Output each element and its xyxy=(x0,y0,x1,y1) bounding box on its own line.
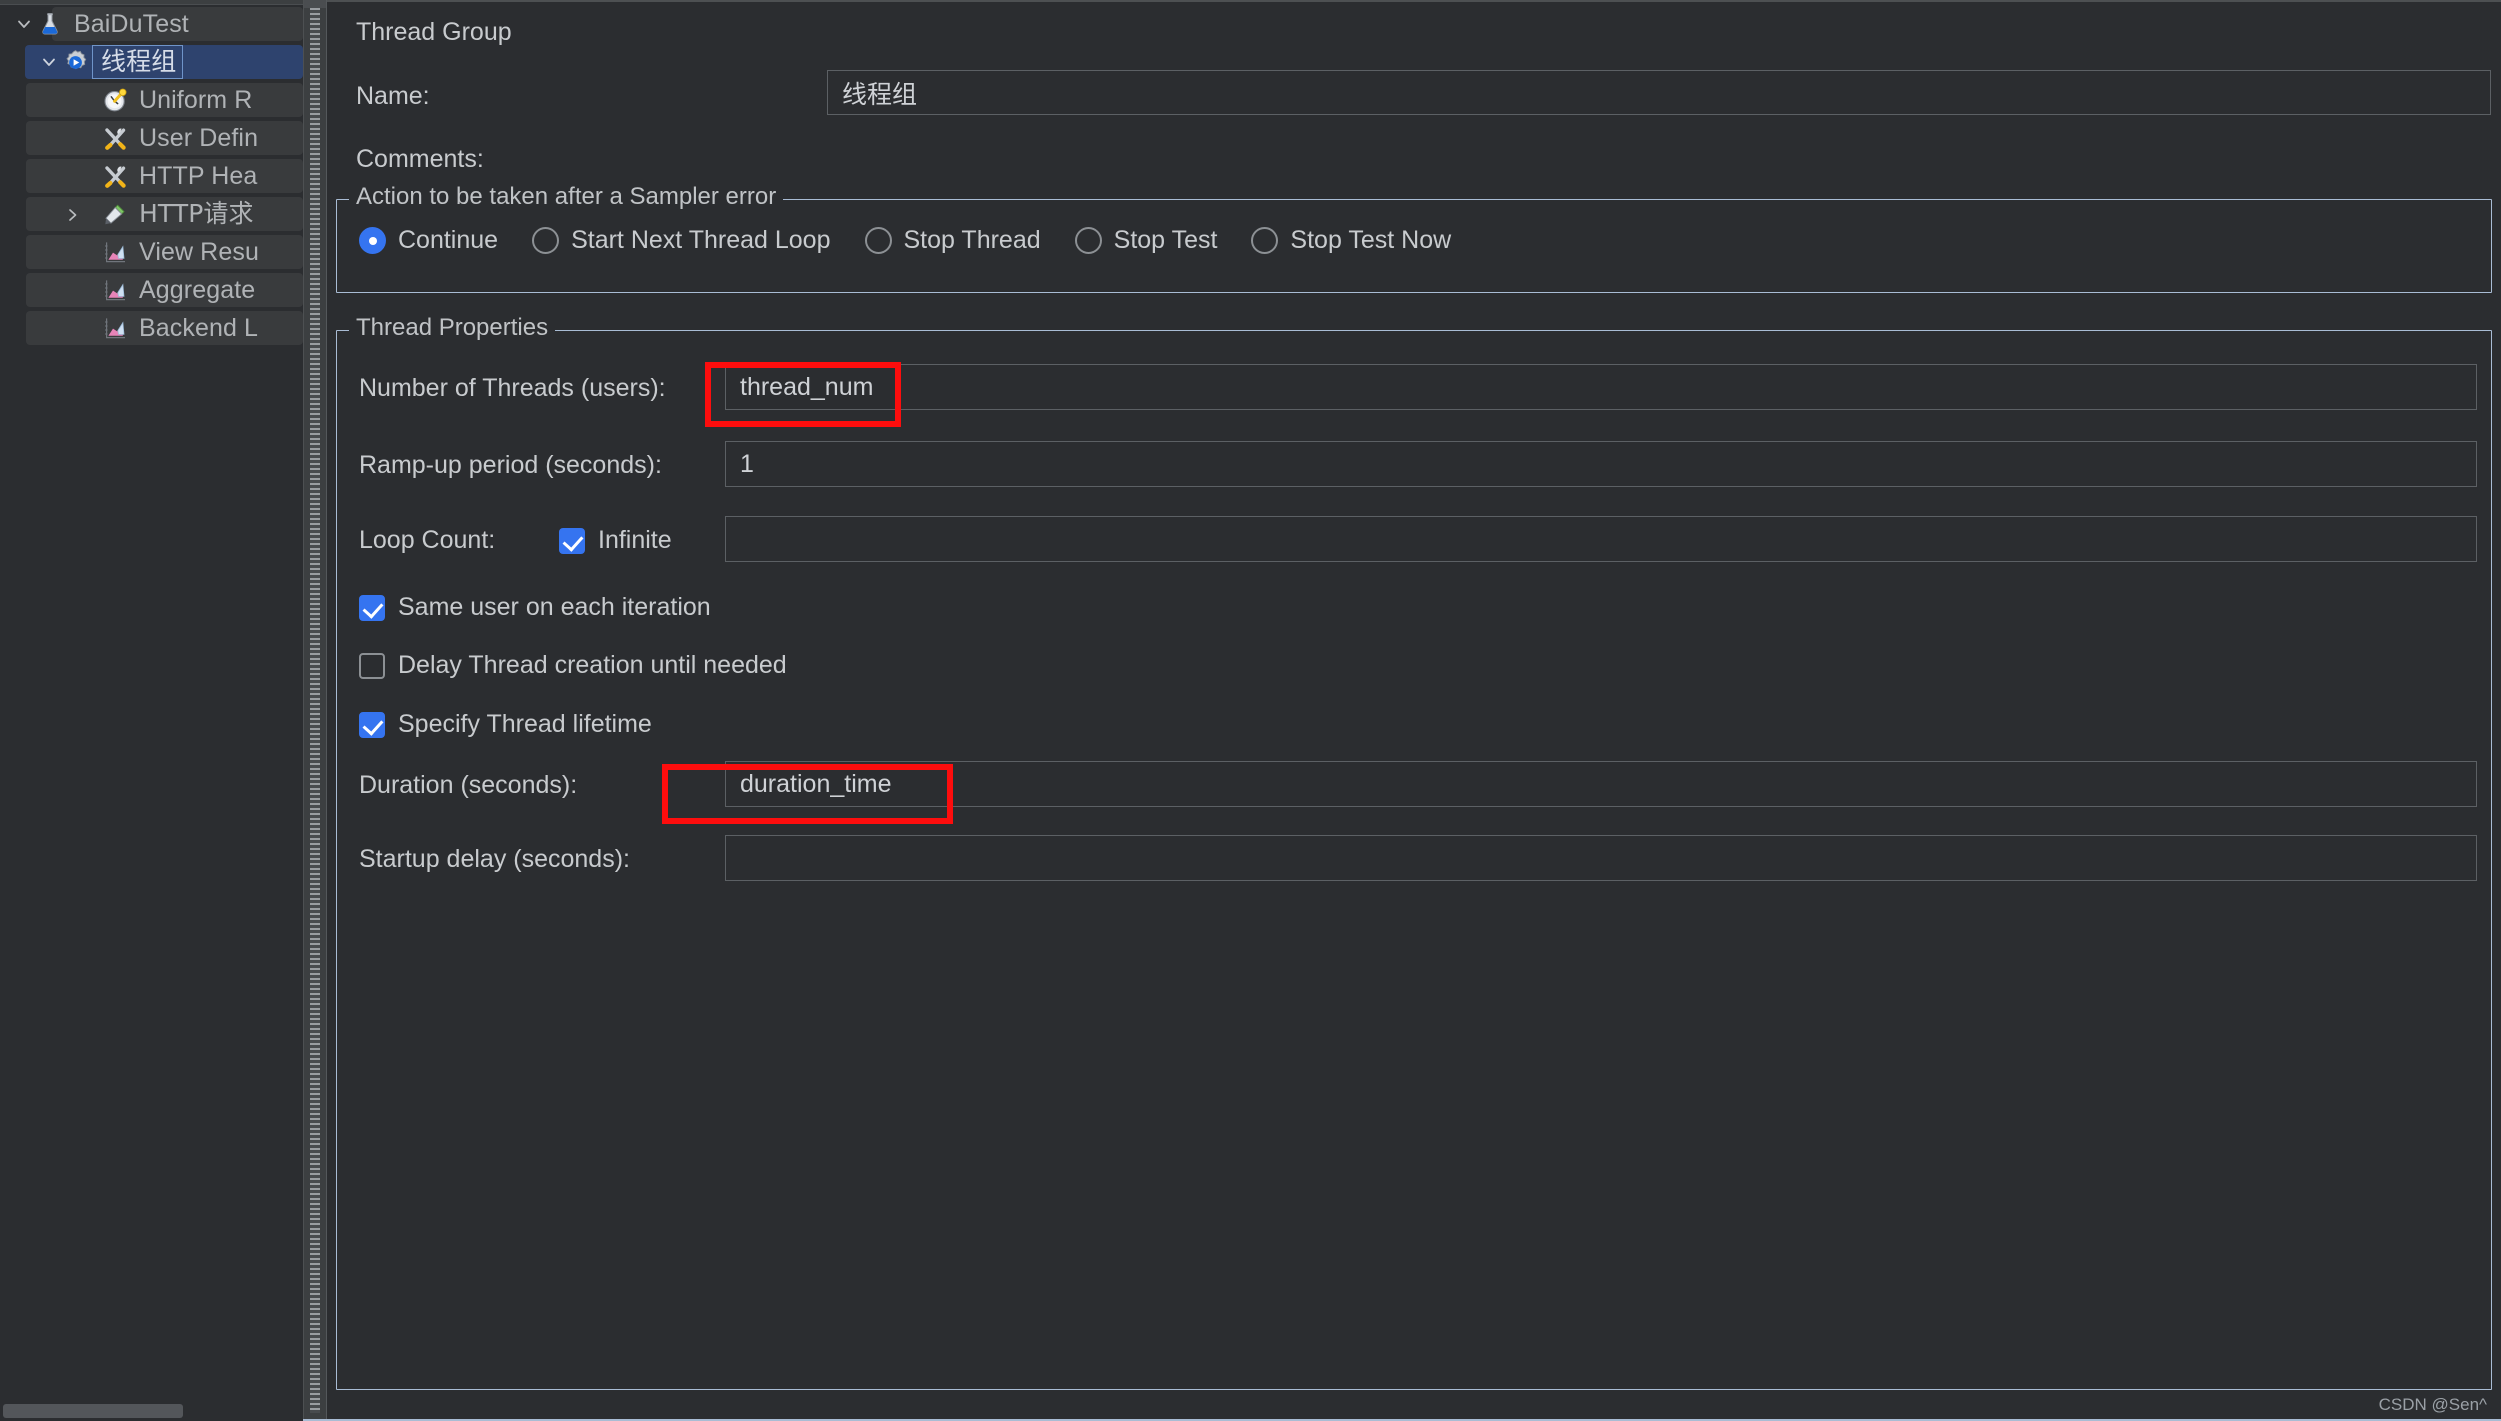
number-of-threads-row: Number of Threads (users): xyxy=(337,364,2491,412)
checkbox-infinite[interactable]: Infinite xyxy=(559,526,672,555)
tree-item-user-defined-variables[interactable]: User Defin xyxy=(0,119,303,157)
split-divider-handle[interactable] xyxy=(304,0,326,8)
page-title: Thread Group xyxy=(356,18,512,46)
tree-item-thread-group[interactable]: 线程组 xyxy=(0,43,303,81)
tree-item-label: User Defin xyxy=(139,124,259,152)
radio-label: Start Next Thread Loop xyxy=(571,226,831,254)
sampler-error-group-title: Action to be taken after a Sampler error xyxy=(349,183,784,211)
tree-item-label: View Resu xyxy=(139,238,259,266)
tree-item-http-request[interactable]: HTTP请求 xyxy=(0,195,303,233)
chevron-down-icon[interactable] xyxy=(38,53,60,71)
tools-icon xyxy=(100,161,130,191)
duration-label: Duration (seconds): xyxy=(359,771,578,799)
radio-start-next-thread-loop[interactable]: Start Next Thread Loop xyxy=(532,226,831,255)
checkbox-label: Delay Thread creation until needed xyxy=(398,651,787,679)
chevron-right-icon[interactable] xyxy=(62,207,84,223)
radio-indicator xyxy=(1074,227,1102,254)
tree-item-http-header-manager[interactable]: HTTP Hea xyxy=(0,157,303,195)
comments-input[interactable] xyxy=(827,133,2491,178)
startup-delay-row: Startup delay (seconds): xyxy=(337,835,2491,883)
comments-label: Comments: xyxy=(356,145,484,173)
checkbox-label: Same user on each iteration xyxy=(398,593,711,621)
radio-label: Stop Test xyxy=(1113,226,1218,254)
tree-item-label: Backend L xyxy=(139,314,259,342)
checkbox-same-user-each-iteration[interactable]: Same user on each iteration xyxy=(359,593,711,622)
chart-icon xyxy=(100,237,130,267)
checkbox-indicator xyxy=(359,594,385,621)
tree-item-label: Aggregate xyxy=(139,276,256,304)
gear-play-icon xyxy=(60,47,90,77)
panel-split-divider[interactable] xyxy=(303,0,327,1421)
tree-item-uniform-random-timer[interactable]: Uniform R xyxy=(0,81,303,119)
tree-item-backend-listener[interactable]: Backend L xyxy=(0,309,303,347)
thread-properties-group-title: Thread Properties xyxy=(349,314,556,342)
radio-indicator xyxy=(532,227,560,254)
name-label: Name: xyxy=(356,82,430,110)
tree-item-label: HTTP Hea xyxy=(139,162,258,190)
scrollbar-thumb[interactable] xyxy=(3,1404,183,1418)
tree-item-baidutest[interactable]: BaiDuTest xyxy=(0,5,303,43)
test-plan-tree-panel: BaiDuTest 线程组 Uniform R User Defin HTTP … xyxy=(0,0,303,1421)
name-input[interactable] xyxy=(827,70,2491,115)
duration-row: Duration (seconds): xyxy=(337,761,2491,809)
checkbox-label: Specify Thread lifetime xyxy=(398,710,652,738)
panel-top-border xyxy=(327,0,2501,2)
tree-item-label: Uniform R xyxy=(139,86,253,114)
chart-icon xyxy=(100,275,130,305)
split-divider-grip-dots xyxy=(310,8,320,1413)
ramp-up-period-label: Ramp-up period (seconds): xyxy=(359,451,662,479)
startup-delay-label: Startup delay (seconds): xyxy=(359,845,630,873)
loop-count-label: Loop Count: xyxy=(359,526,496,554)
checkbox-label: Infinite xyxy=(598,526,672,554)
sampler-error-group: Action to be taken after a Sampler error… xyxy=(336,183,2492,293)
radio-label: Continue xyxy=(398,226,499,254)
test-plan-tree[interactable]: BaiDuTest 线程组 Uniform R User Defin HTTP … xyxy=(0,5,303,347)
tools-icon xyxy=(100,123,130,153)
chevron-down-icon[interactable] xyxy=(13,15,35,33)
radio-stop-test-now[interactable]: Stop Test Now xyxy=(1251,226,1451,255)
tree-horizontal-scrollbar[interactable] xyxy=(0,1400,303,1421)
thread-properties-group: Thread Properties Number of Threads (use… xyxy=(336,314,2492,1390)
tree-item-view-results-tree[interactable]: View Resu xyxy=(0,233,303,271)
startup-delay-input[interactable] xyxy=(725,835,2477,881)
checkbox-indicator xyxy=(359,711,385,738)
flask-icon xyxy=(35,9,65,39)
tree-item-label: HTTP请求 xyxy=(139,199,254,228)
checkbox-delay-thread-creation[interactable]: Delay Thread creation until needed xyxy=(359,651,787,680)
radio-label: Stop Test Now xyxy=(1290,226,1452,254)
tree-item-label-editing[interactable]: 线程组 xyxy=(92,45,184,79)
radio-indicator xyxy=(359,227,386,254)
radio-stop-test[interactable]: Stop Test xyxy=(1074,226,1218,255)
ramp-up-period-input[interactable] xyxy=(725,441,2477,487)
tree-item-aggregate-report[interactable]: Aggregate xyxy=(0,271,303,309)
tree-item-label: BaiDuTest xyxy=(74,10,189,38)
checkbox-specify-thread-lifetime[interactable]: Specify Thread lifetime xyxy=(359,710,652,739)
radio-indicator xyxy=(1251,227,1279,254)
ramp-up-period-row: Ramp-up period (seconds): xyxy=(337,441,2491,489)
checkbox-indicator xyxy=(559,527,585,554)
jmeter-window: BaiDuTest 线程组 Uniform R User Defin HTTP … xyxy=(0,0,2501,1421)
thread-group-editor-panel: Thread Group Name: Comments: Action to b… xyxy=(327,0,2501,1421)
checkbox-indicator xyxy=(359,652,385,679)
loop-count-input[interactable] xyxy=(725,516,2477,562)
radio-indicator xyxy=(864,227,892,254)
timer-icon xyxy=(100,85,130,115)
watermark-text: CSDN @Sen^ xyxy=(2378,1395,2487,1414)
radio-stop-thread[interactable]: Stop Thread xyxy=(864,226,1041,255)
chart-icon xyxy=(100,313,130,343)
radio-label: Stop Thread xyxy=(903,226,1041,254)
sampler-error-radio-group[interactable]: Continue Start Next Thread Loop Stop Thr… xyxy=(359,226,1485,255)
number-of-threads-input[interactable] xyxy=(725,364,2477,410)
duration-input[interactable] xyxy=(725,761,2477,807)
number-of-threads-label: Number of Threads (users): xyxy=(359,374,666,402)
pipette-icon xyxy=(100,199,130,229)
radio-continue[interactable]: Continue xyxy=(359,226,498,255)
loop-count-row: Loop Count: Infinite xyxy=(337,516,2491,564)
